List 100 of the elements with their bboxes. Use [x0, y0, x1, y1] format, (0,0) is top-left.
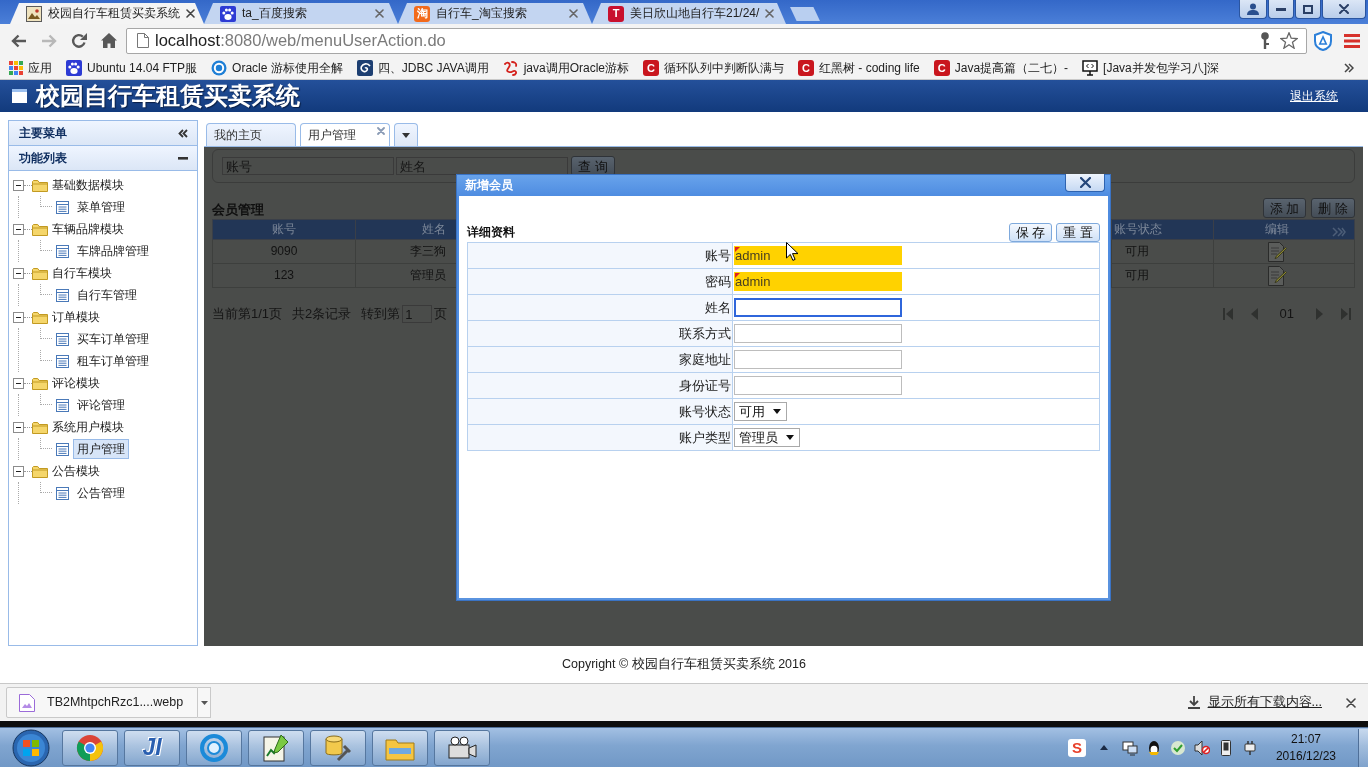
dropdown[interactable]: 可用: [734, 402, 787, 421]
tree-group-item[interactable]: 系统用户模块: [52, 419, 124, 435]
input-field[interactable]: [734, 324, 902, 343]
back-icon[interactable]: [11, 33, 27, 48]
input-field[interactable]: [734, 298, 902, 317]
speaker-muted-icon[interactable]: [1193, 739, 1210, 756]
edit-icon[interactable]: [1267, 265, 1287, 286]
minus-box-icon[interactable]: [13, 421, 24, 433]
close-icon[interactable]: [765, 9, 775, 18]
minus-box-icon[interactable]: [13, 311, 24, 323]
show-hidden-icons-icon[interactable]: [1099, 745, 1108, 750]
tree-item[interactable]: 菜单管理: [73, 196, 129, 218]
tree-group-item[interactable]: 公告模块: [52, 463, 100, 479]
taskbar-button[interactable]: [372, 729, 428, 766]
field-label: 姓名: [467, 294, 733, 321]
maximize-button[interactable]: [1295, 0, 1321, 19]
close-button[interactable]: [1065, 174, 1105, 192]
tree-item[interactable]: 租车订单管理: [73, 350, 153, 372]
show-all-downloads-link[interactable]: 显示所有下载内容...: [1187, 695, 1322, 710]
bookmark[interactable]: Oracle 游标使用全解: [211, 60, 343, 76]
squiggle-logo-icon: [502, 60, 519, 76]
minus-box-icon[interactable]: [13, 267, 24, 279]
bookmark[interactable]: 四、JDBC JAVA调用: [356, 60, 489, 76]
menu-icon[interactable]: [1344, 33, 1360, 48]
tree-group-item[interactable]: 评论模块: [52, 375, 100, 391]
tab-menu-button[interactable]: [394, 123, 418, 146]
show-desktop-button[interactable]: [1358, 728, 1368, 767]
browser-tab[interactable]: 校园自行车租赁买卖系统: [10, 3, 204, 24]
key-icon[interactable]: [1260, 32, 1270, 49]
tree-item[interactable]: 用户管理: [73, 438, 129, 460]
required-marker-icon: [735, 247, 740, 252]
tree-item[interactable]: 买车订单管理: [73, 328, 153, 350]
star-icon[interactable]: [1280, 32, 1298, 49]
close-icon[interactable]: [186, 9, 195, 18]
taskbar-button[interactable]: [186, 729, 242, 766]
input-field[interactable]: [734, 350, 902, 369]
tree-group-item[interactable]: 订单模块: [52, 309, 100, 325]
dropdown[interactable]: 管理员: [734, 428, 800, 447]
minus-box-icon[interactable]: [13, 465, 24, 477]
table-icon: [56, 244, 69, 258]
clock[interactable]: 21:07 2016/12/23: [1275, 731, 1336, 764]
tree-group-item[interactable]: 基础数据模块: [52, 177, 124, 193]
minus-box-icon[interactable]: [13, 179, 24, 191]
form-button[interactable]: 保 存: [1008, 222, 1053, 242]
close-button[interactable]: [1322, 0, 1366, 19]
folder-icon: [32, 420, 48, 434]
taskbar-button[interactable]: [310, 729, 366, 766]
minus-box-icon[interactable]: [13, 377, 24, 389]
address-bar[interactable]: localhost:8080/web/menuUserAction.do: [126, 27, 1307, 54]
shield-icon[interactable]: [1314, 30, 1332, 51]
page-tab[interactable]: 我的主页: [206, 123, 296, 146]
plug-icon[interactable]: [1241, 739, 1258, 756]
tree-group-item[interactable]: 自行车模块: [52, 265, 112, 281]
input-field[interactable]: [734, 376, 902, 395]
bookmark[interactable]: C 红黑树 - coding life: [798, 60, 920, 76]
close-icon[interactable]: [569, 9, 578, 18]
input-field[interactable]: admin: [734, 272, 902, 291]
folder-icon: [32, 376, 48, 390]
taskbar-button[interactable]: [248, 729, 304, 766]
taskbar-button[interactable]: [62, 729, 118, 766]
check-icon[interactable]: [1169, 739, 1186, 756]
network-computers-icon[interactable]: [1121, 739, 1138, 756]
caret-icon: [786, 435, 794, 440]
new-tab-button[interactable]: [790, 7, 820, 21]
start-orb-icon[interactable]: [12, 728, 50, 767]
download-item[interactable]: TB2MhtpchRzc1....webp: [6, 687, 198, 718]
form-button[interactable]: 重 置: [1056, 222, 1100, 242]
browser-tab[interactable]: 淘 自行车_淘宝搜索: [398, 3, 592, 24]
edit-icon[interactable]: [1267, 241, 1287, 262]
close-icon[interactable]: [1346, 697, 1356, 708]
page-tab[interactable]: 用户管理: [300, 123, 390, 146]
chevrons-left-icon[interactable]: [178, 128, 188, 138]
browser-tab[interactable]: ta_百度搜索: [204, 3, 398, 24]
bookmark[interactable]: 应用: [9, 60, 52, 76]
tree-item[interactable]: 车牌品牌管理: [73, 240, 153, 262]
profile-button[interactable]: [1239, 0, 1267, 19]
input-field[interactable]: admin: [734, 246, 902, 265]
reload-icon[interactable]: [71, 32, 87, 49]
bookmark[interactable]: C Java提高篇（二七）-: [933, 60, 1069, 76]
browser-icon: [76, 733, 104, 762]
bookmark[interactable]: [Java并发包学习八]深: [1082, 60, 1220, 76]
download-menu-button[interactable]: [198, 687, 211, 718]
close-icon[interactable]: [375, 9, 384, 18]
bookmark[interactable]: java调用Oracle游标: [502, 60, 629, 76]
minus-icon[interactable]: [178, 156, 188, 160]
bookmark[interactable]: Ubuntu 14.04 FTP服: [66, 60, 198, 76]
bookmark[interactable]: C 循环队列中判断队满与: [643, 60, 784, 76]
taskbar-button[interactable]: [434, 729, 490, 766]
minimize-button[interactable]: [1268, 0, 1294, 19]
input-method-icon[interactable]: S: [1067, 738, 1086, 757]
tree-item[interactable]: 评论管理: [73, 394, 129, 416]
browser-tab[interactable]: T 美日欣山地自行车21/24/: [592, 3, 786, 24]
caret-icon: [200, 700, 208, 705]
tree-item[interactable]: 自行车管理: [73, 284, 141, 306]
minus-box-icon[interactable]: [13, 223, 24, 235]
tree-item[interactable]: 公告管理: [73, 482, 129, 504]
home-icon[interactable]: [101, 33, 117, 48]
chevrons-right-icon[interactable]: [1344, 63, 1354, 73]
logout-link[interactable]: 退出系统: [1290, 88, 1338, 104]
tree-group-item[interactable]: 车辆品牌模块: [52, 221, 124, 237]
